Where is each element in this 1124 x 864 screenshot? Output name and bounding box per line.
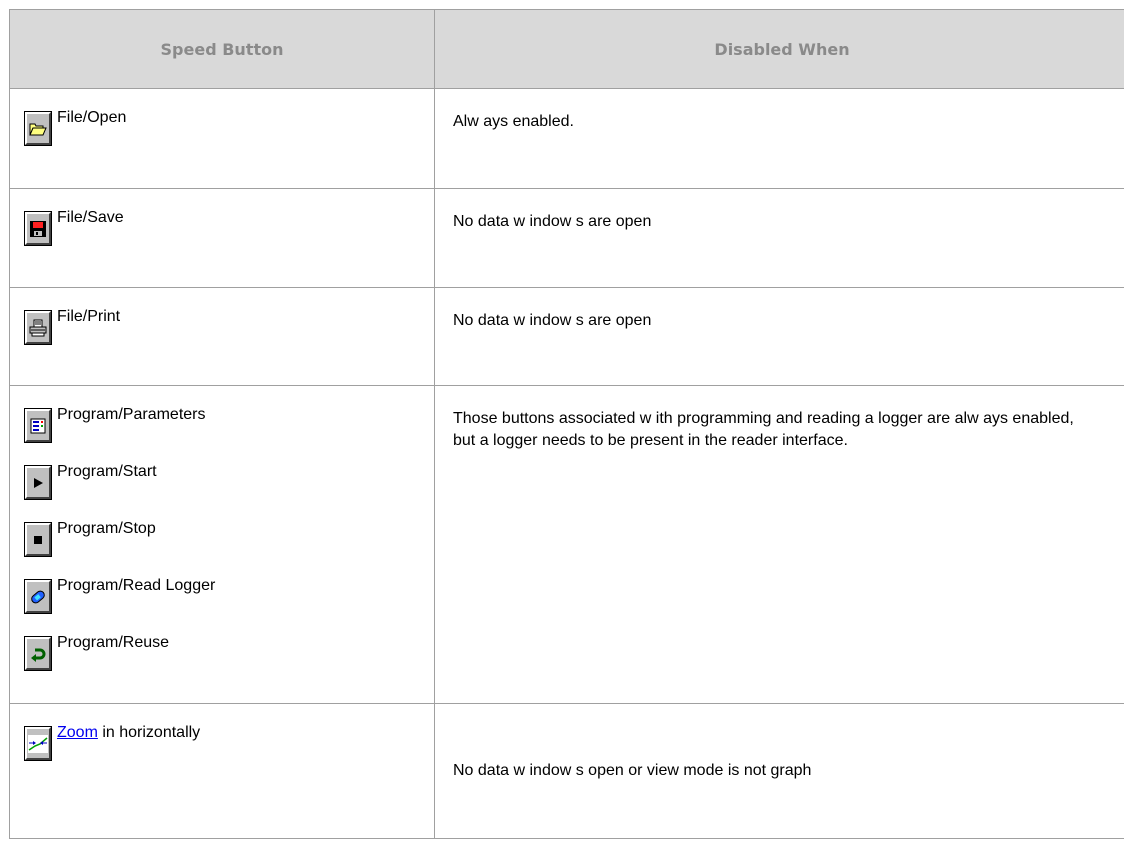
disabled-when-text: Alw ays enabled. bbox=[453, 113, 574, 130]
program-reuse-button[interactable] bbox=[24, 636, 52, 671]
disabled-when-cell: No data w indow s are open bbox=[434, 287, 1124, 386]
program-parameters-button[interactable] bbox=[24, 408, 52, 443]
program-stop-button[interactable] bbox=[24, 522, 52, 557]
disabled-when-text: No data w indow s open or view mode is n… bbox=[453, 762, 812, 779]
parameters-icon bbox=[30, 418, 46, 433]
program-read-logger-label: Program/Read Logger bbox=[57, 577, 216, 594]
reuse-arrow-icon bbox=[31, 648, 46, 662]
program-start-label: Program/Start bbox=[57, 463, 157, 480]
program-start-button[interactable] bbox=[24, 465, 52, 500]
speed-button-item: Program/Start bbox=[10, 463, 434, 509]
disabled-when-text: Those buttons associated w ith programmi… bbox=[453, 410, 1074, 449]
header-speed-button: Speed Button bbox=[9, 9, 435, 89]
file-open-button[interactable] bbox=[24, 111, 52, 146]
file-print-button[interactable] bbox=[24, 310, 52, 345]
floppy-disk-icon bbox=[30, 220, 46, 237]
zoom-link[interactable]: Zoom bbox=[57, 724, 98, 741]
speed-button-item: Program/Stop bbox=[10, 520, 434, 566]
speed-button-cell: File/Save bbox=[9, 188, 435, 288]
speed-button-cell: File/Print bbox=[9, 287, 435, 386]
folder-open-icon bbox=[29, 123, 47, 135]
disabled-when-cell: Those buttons associated w ith programmi… bbox=[434, 385, 1124, 704]
program-read-logger-button[interactable] bbox=[24, 579, 52, 614]
header-row: Speed Button Disabled When bbox=[9, 9, 1124, 89]
speed-button-cell: Zoom in horizontally bbox=[9, 703, 435, 839]
table-row: Zoom in horizontally No data w indow s o… bbox=[9, 703, 1124, 839]
play-icon bbox=[34, 477, 43, 488]
disabled-when-cell: No data w indow s open or view mode is n… bbox=[434, 703, 1124, 839]
file-open-label: File/Open bbox=[57, 109, 127, 126]
speed-button-cell: Program/Parameters Program/Start Program… bbox=[9, 385, 435, 704]
printer-icon bbox=[29, 319, 47, 336]
speed-button-item: Program/Parameters bbox=[10, 406, 434, 452]
speed-button-item: Zoom in horizontally bbox=[10, 724, 434, 770]
speed-button-item: Program/Reuse bbox=[10, 634, 434, 680]
table-row: File/Save No data w indow s are open bbox=[9, 188, 1124, 288]
disabled-when-cell: Alw ays enabled. bbox=[434, 88, 1124, 189]
header-disabled-when: Disabled When bbox=[434, 9, 1124, 89]
read-logger-icon bbox=[31, 590, 45, 603]
program-parameters-label: Program/Parameters bbox=[57, 406, 206, 423]
file-print-label: File/Print bbox=[57, 308, 121, 325]
zoom-horizontal-icon bbox=[28, 734, 48, 753]
program-stop-label: Program/Stop bbox=[57, 520, 156, 537]
speed-button-item: File/Save bbox=[10, 209, 434, 255]
table-row: File/Open Alw ays enabled. bbox=[9, 88, 1124, 189]
table-row: File/Print No data w indow s are open bbox=[9, 287, 1124, 386]
zoom-horizontal-label: Zoom in horizontally bbox=[57, 724, 200, 742]
table-row: Program/Parameters Program/Start Program… bbox=[9, 385, 1124, 704]
stop-icon bbox=[34, 535, 42, 544]
speed-button-table: Speed Button Disabled When File/Open Alw… bbox=[9, 9, 1124, 839]
zoom-label-suffix: in horizontally bbox=[97, 724, 201, 741]
file-save-button[interactable] bbox=[24, 211, 52, 246]
speed-button-item: Program/Read Logger bbox=[10, 577, 434, 623]
speed-button-item: File/Open bbox=[10, 109, 434, 155]
disabled-when-cell: No data w indow s are open bbox=[434, 188, 1124, 288]
disabled-when-text: No data w indow s are open bbox=[453, 312, 652, 329]
zoom-horizontal-button[interactable] bbox=[24, 726, 52, 761]
speed-button-item: File/Print bbox=[10, 308, 434, 354]
file-save-label: File/Save bbox=[57, 209, 124, 226]
program-reuse-label: Program/Reuse bbox=[57, 634, 170, 651]
speed-button-cell: File/Open bbox=[9, 88, 435, 189]
disabled-when-text: No data w indow s are open bbox=[453, 213, 652, 230]
